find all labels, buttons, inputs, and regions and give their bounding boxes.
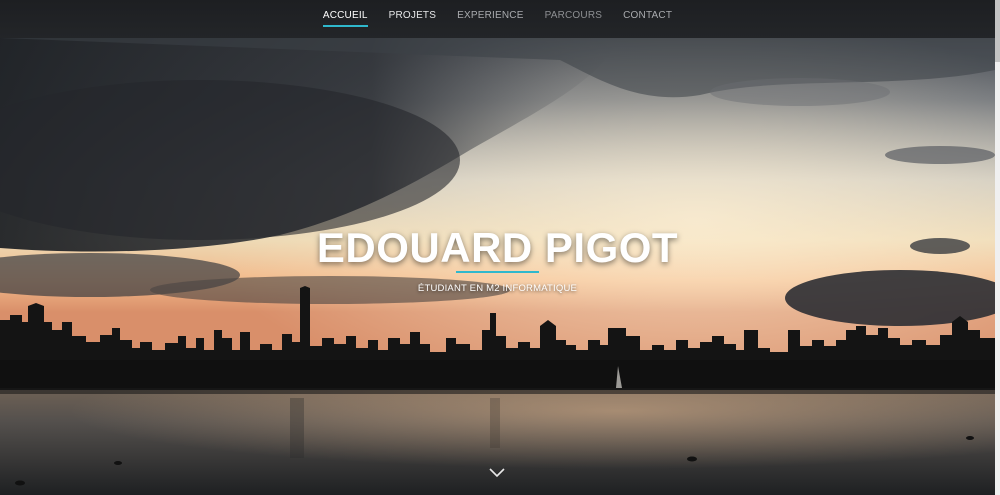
hero-title: EDOUARD PIGOT xyxy=(316,224,679,271)
title-underline xyxy=(456,271,539,273)
page-scrollbar[interactable] xyxy=(995,0,1000,495)
nav-item-projets[interactable]: PROJETS xyxy=(378,0,447,35)
nav-item-parcours[interactable]: PARCOURS xyxy=(534,0,613,35)
chevron-down-icon[interactable] xyxy=(488,466,506,478)
hero-subtitle: ÉTUDIANT EN M2 INFORMATIQUE xyxy=(417,283,578,294)
nav-item-accueil[interactable]: ACCUEIL xyxy=(312,0,378,35)
scrollbar-thumb[interactable] xyxy=(995,0,1000,62)
nav-item-contact[interactable]: CONTACT xyxy=(613,0,683,35)
top-navbar: ACCUEIL PROJETS EXPERIENCE PARCOURS CONT… xyxy=(0,0,995,38)
nav-item-experience[interactable]: EXPERIENCE xyxy=(447,0,534,35)
